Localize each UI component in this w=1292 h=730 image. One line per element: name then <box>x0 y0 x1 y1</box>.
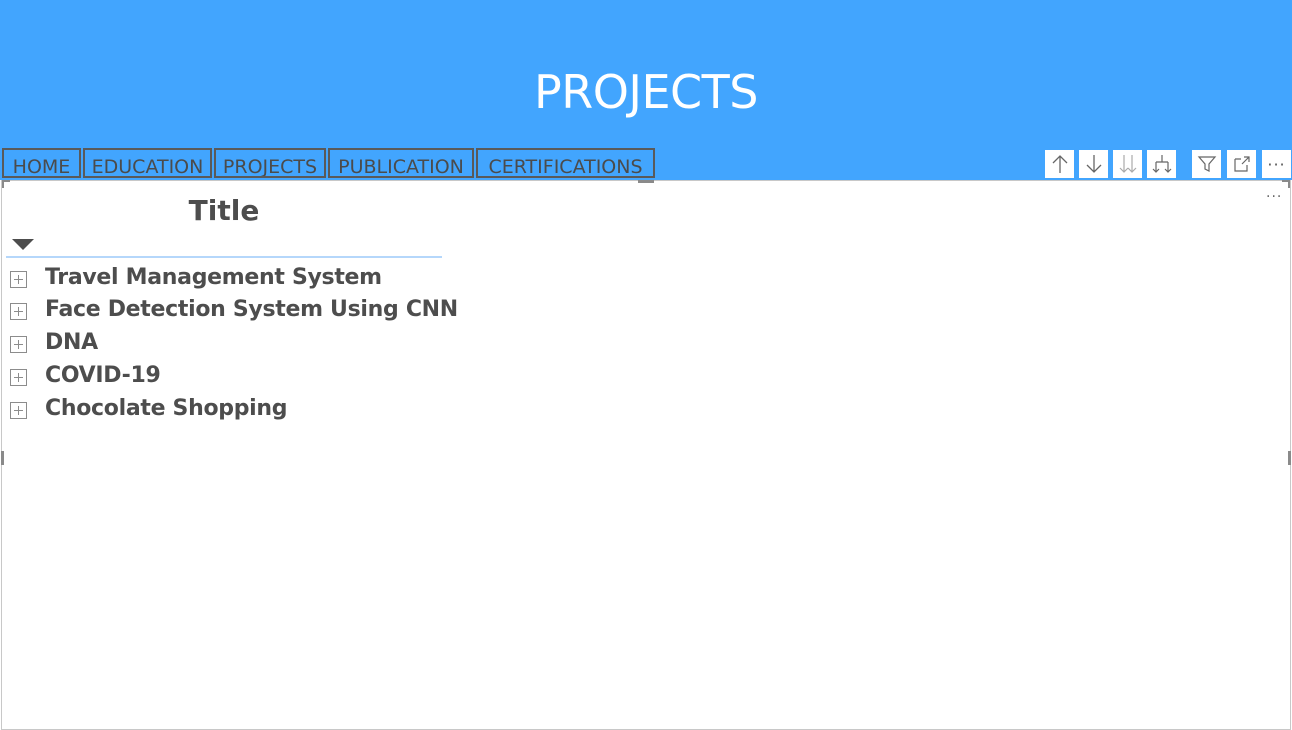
arrow-down-icon[interactable] <box>1079 150 1108 178</box>
filter-icon[interactable] <box>1192 150 1221 178</box>
resize-handle-top-left-vertical[interactable] <box>2 180 4 188</box>
sort-descending-icon[interactable] <box>12 239 34 250</box>
expand-plus-icon[interactable] <box>10 368 27 386</box>
more-options-label: ··· <box>1267 154 1286 174</box>
matrix-row: COVID-19 <box>10 360 161 390</box>
expand-plus-icon[interactable] <box>10 302 27 320</box>
nav-certifications-button[interactable]: CERTIFICATIONS <box>476 148 655 178</box>
expand-plus-icon[interactable] <box>10 335 27 353</box>
matrix-row: Chocolate Shopping <box>10 393 288 423</box>
row-label: Face Detection System Using CNN <box>45 296 458 322</box>
column-header-title[interactable]: Title <box>150 192 298 230</box>
nav-projects-button[interactable]: PROJECTS <box>214 148 326 178</box>
resize-handle-right[interactable] <box>1288 451 1291 465</box>
matrix-row: Travel Management System <box>10 262 382 292</box>
matrix-row: DNA <box>10 327 98 357</box>
arrow-up-icon[interactable] <box>1045 150 1074 178</box>
expand-plus-icon[interactable] <box>10 401 27 419</box>
focus-mode-icon[interactable] <box>1227 150 1256 178</box>
row-label: Travel Management System <box>45 264 382 290</box>
row-label: COVID-19 <box>45 362 161 388</box>
expand-hierarchy-icon[interactable] <box>1147 150 1176 178</box>
resize-handle-top[interactable] <box>638 180 654 183</box>
resize-handle-left[interactable] <box>1 451 4 465</box>
double-arrow-down-icon[interactable] <box>1113 150 1142 178</box>
page-title: PROJECTS <box>534 65 758 119</box>
resize-handle-top-right-vertical[interactable] <box>1288 180 1290 188</box>
visual-more-icon[interactable]: ··· <box>1266 190 1282 204</box>
row-label: DNA <box>45 329 98 355</box>
row-label: Chocolate Shopping <box>45 395 288 421</box>
nav-education-button[interactable]: EDUCATION <box>83 148 212 178</box>
nav-home-button[interactable]: HOME <box>2 148 81 178</box>
nav-publication-button[interactable]: PUBLICATION <box>328 148 474 178</box>
expand-plus-icon[interactable] <box>10 270 27 288</box>
header-divider <box>6 256 442 258</box>
more-options-icon[interactable]: ··· <box>1262 150 1291 178</box>
matrix-row: Face Detection System Using CNN <box>10 294 458 324</box>
